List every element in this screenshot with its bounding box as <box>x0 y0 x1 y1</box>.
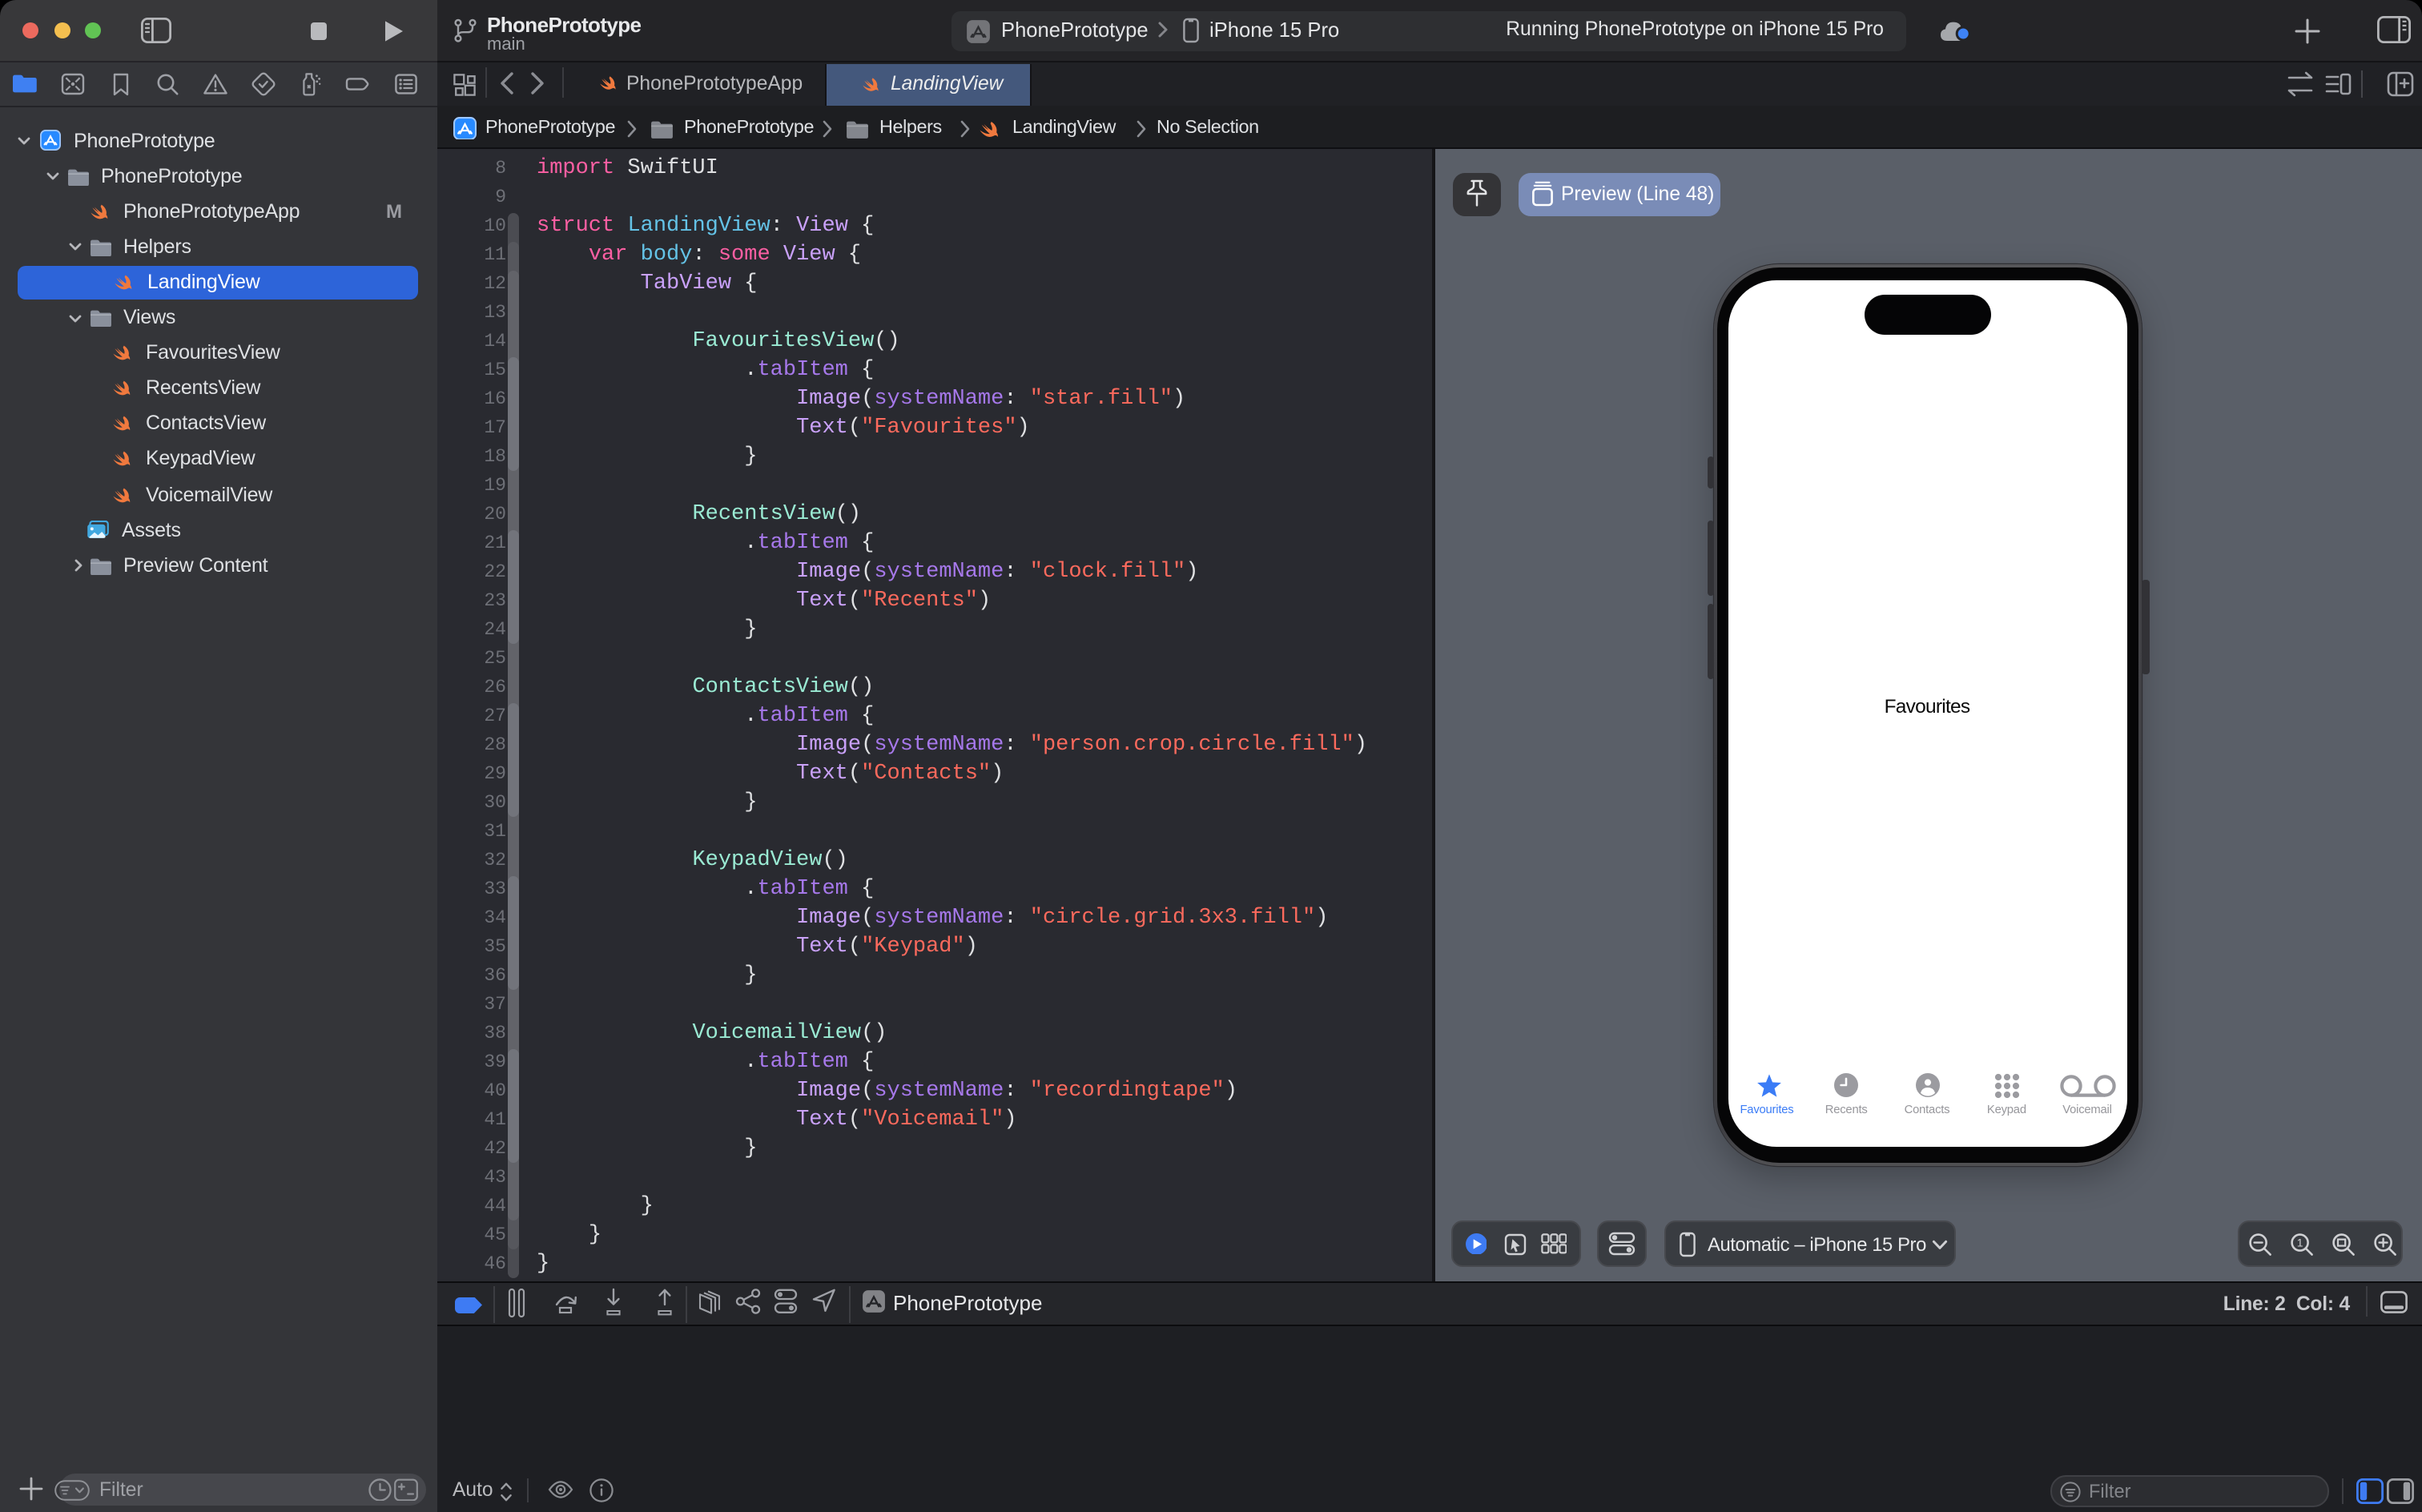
svg-text:1: 1 <box>2297 1236 2303 1249</box>
